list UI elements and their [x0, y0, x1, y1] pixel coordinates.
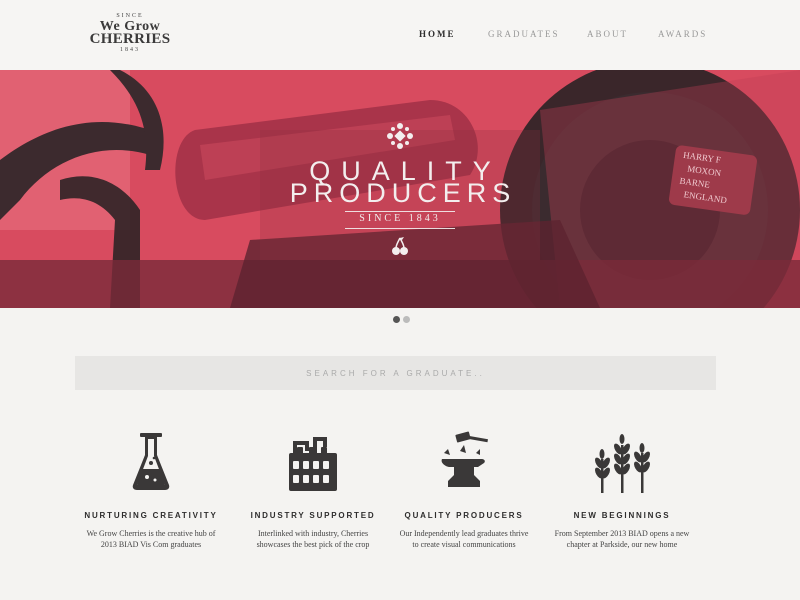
feature-desc-line2: to create visual communications — [412, 540, 516, 549]
main-nav: HOME GRADUATES ABOUT AWARDS — [0, 29, 800, 43]
feature-title: NEW BEGINNINGS — [573, 511, 671, 520]
fleur-emblem-icon — [386, 122, 414, 155]
logo-year: 1843 — [120, 47, 140, 53]
feature-description: Interlinked with industry, Cherries show… — [233, 528, 393, 550]
feature-desc-line1: Interlinked with industry, Cherries — [257, 529, 369, 538]
wheat-icon — [592, 425, 652, 495]
slider-dot-2[interactable] — [403, 316, 410, 323]
feature-desc-line1: We Grow Cherries is the creative hub of — [86, 529, 216, 538]
anvil-icon — [434, 425, 494, 495]
feature-desc-line1: Our Independently lead graduates thrive — [399, 529, 529, 538]
graduate-search — [75, 356, 716, 390]
hero-divider-bottom — [345, 228, 455, 229]
hero-title-line2: PRODUCERS — [289, 178, 517, 208]
nav-item-home[interactable]: HOME — [419, 29, 456, 39]
feature-desc-line1: From September 2013 BIAD opens a new — [554, 529, 690, 538]
feature-description: Our Independently lead graduates thrive … — [384, 528, 544, 550]
nav-item-about[interactable]: ABOUT — [587, 29, 628, 39]
feature-desc-line2: 2013 BIAD Vis Com graduates — [100, 540, 202, 549]
hero-banner: HARRY F MOXON BARNE ENGLAND QUALITY PRODUCE… — [0, 70, 800, 308]
feature-description: We Grow Cherries is the creative hub of … — [71, 528, 231, 550]
cherry-icon — [390, 236, 410, 263]
nav-item-awards[interactable]: AWARDS — [658, 29, 707, 39]
hero-divider-top — [345, 211, 455, 212]
feature-desc-line2: showcases the best pick of the crop — [256, 540, 370, 549]
slider-dot-1[interactable] — [393, 316, 400, 323]
slider-pagination — [393, 316, 413, 324]
hero-since: SINCE 1843 — [359, 213, 441, 224]
graduate-search-input[interactable] — [75, 356, 716, 390]
nav-item-graduates[interactable]: GRADUATES — [488, 29, 560, 39]
feature-title: INDUSTRY SUPPORTED — [250, 511, 376, 520]
feature-title: QUALITY PRODUCERS — [404, 511, 524, 520]
factory-icon — [283, 425, 343, 495]
site-header: SINCE We Grow CHERRIES 1843 HOME GRADUAT… — [0, 0, 800, 70]
flask-icon — [121, 425, 181, 495]
feature-desc-line2: chapter at Parkside, our new home — [566, 540, 678, 549]
feature-title: NURTURING CREATIVITY — [84, 511, 218, 520]
feature-description: From September 2013 BIAD opens a new cha… — [542, 528, 702, 550]
